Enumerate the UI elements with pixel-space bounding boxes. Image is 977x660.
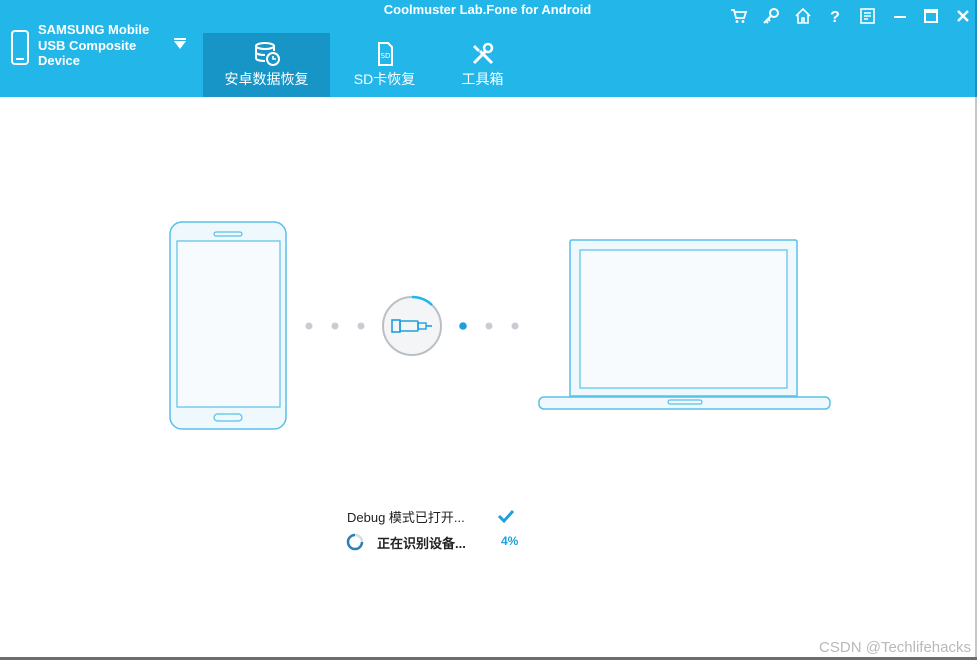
laptop-illustration (538, 239, 831, 410)
progress-percent: 4% (501, 534, 519, 548)
phone-illustration (169, 221, 287, 430)
progress-dot (485, 322, 493, 330)
progress-dot-active (459, 322, 467, 330)
progress-dot (511, 322, 519, 330)
progress-dot (331, 322, 339, 330)
watermark: CSDN @Techlifehacks (819, 639, 971, 656)
debug-status-text: Debug 模式已打开... (347, 510, 465, 525)
progress-dot (357, 322, 365, 330)
progress-dot (305, 322, 313, 330)
loading-spinner-icon (346, 533, 364, 551)
check-icon (497, 509, 515, 524)
usb-cable-icon (382, 295, 442, 356)
identifying-status-text: 正在识别设备... (377, 536, 466, 551)
connection-illustration (169, 221, 831, 430)
